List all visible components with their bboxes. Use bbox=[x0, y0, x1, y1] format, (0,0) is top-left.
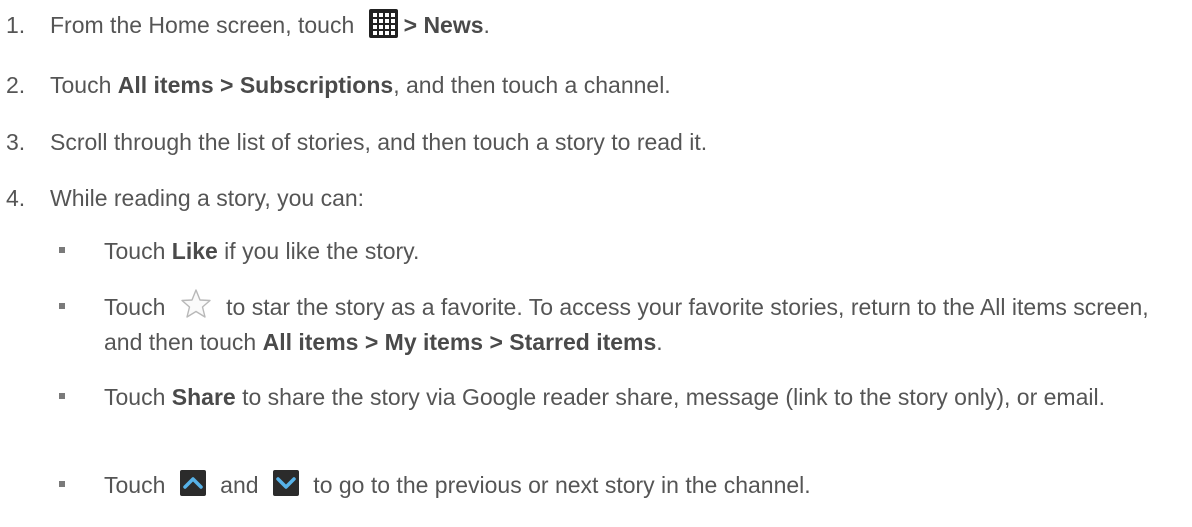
bullet bbox=[58, 468, 104, 502]
step-number: 4. bbox=[6, 185, 26, 211]
step-text: Scroll through the list of stories, and … bbox=[50, 129, 708, 155]
step-text: Touch All items > Subscriptions, and the… bbox=[50, 72, 671, 98]
bullet bbox=[58, 380, 104, 414]
chevron-up-icon bbox=[179, 469, 206, 496]
apps-grid-icon bbox=[368, 9, 398, 39]
step-number: 2. bbox=[6, 72, 26, 98]
step-3: 3. Scroll through the list of stories, a… bbox=[6, 129, 707, 156]
substep-navigate: Touch and to go to the previous or next … bbox=[58, 468, 1178, 502]
bullet bbox=[58, 290, 104, 359]
chevron-down-icon bbox=[272, 469, 299, 496]
step-1: 1. From the Home screen, touch > News. bbox=[6, 9, 490, 41]
substep-star: Touch to star the story as a favorite. T… bbox=[58, 288, 1178, 359]
substep-share: Touch Share to share the story via Googl… bbox=[58, 380, 1178, 414]
bullet bbox=[58, 234, 104, 268]
step-4: 4. While reading a story, you can: bbox=[6, 185, 364, 212]
substep-text: Touch Share to share the story via Googl… bbox=[104, 384, 1105, 410]
substep-like: Touch Like if you like the story. bbox=[58, 234, 1178, 268]
substep-text: Touch and to go to the previous or next … bbox=[104, 468, 1178, 502]
step-text: While reading a story, you can: bbox=[50, 185, 365, 211]
step-text: From the Home screen, touch > News. bbox=[50, 9, 490, 41]
star-icon bbox=[180, 288, 212, 320]
step-number: 1. bbox=[6, 12, 26, 38]
substep-text: Touch to star the story as a favorite. T… bbox=[104, 288, 1178, 359]
instructions-page: 1. From the Home screen, touch > News. 2… bbox=[0, 0, 1192, 527]
substep-text: Touch Like if you like the story. bbox=[104, 238, 420, 264]
step-number: 3. bbox=[6, 129, 26, 155]
step-2: 2. Touch All items > Subscriptions, and … bbox=[6, 72, 671, 99]
